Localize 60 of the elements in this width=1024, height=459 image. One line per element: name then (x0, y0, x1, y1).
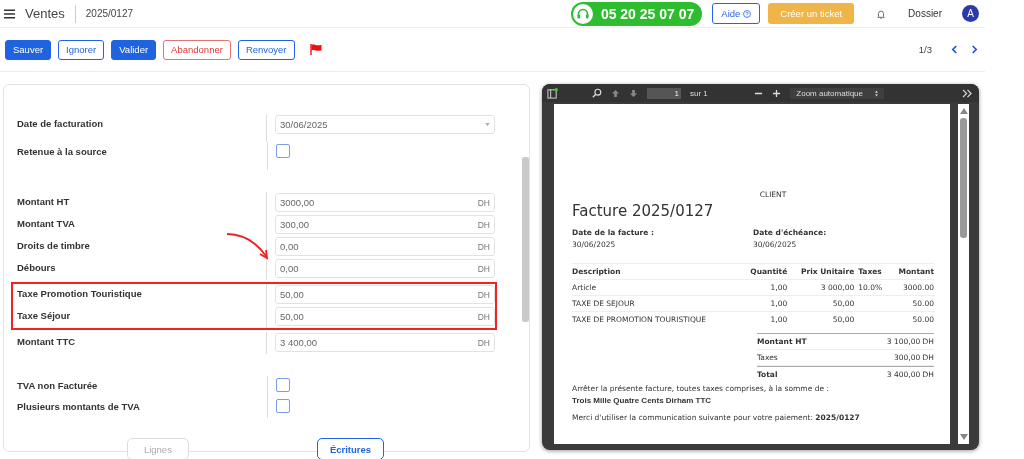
amount-field[interactable]: 0,00 DH (275, 237, 495, 256)
checkbox[interactable] (276, 378, 290, 392)
field-label: Date de facturation (16, 117, 105, 129)
page-field[interactable]: 1 (647, 87, 681, 99)
amount-field[interactable]: 50,00 DH (275, 285, 495, 304)
app-title: Ventes (25, 6, 65, 21)
bell-icon[interactable] (876, 8, 887, 19)
page-count: sur 1 (690, 88, 708, 98)
toolbar-button[interactable]: Abandonner (163, 39, 231, 60)
search-icon[interactable] (592, 88, 602, 98)
up-arrow-icon[interactable] (611, 88, 620, 98)
field-label: Montant HT (16, 195, 71, 207)
previous-icon[interactable] (951, 45, 958, 54)
zoom-select[interactable]: Zoom automatique (790, 87, 884, 99)
headset-icon (572, 3, 593, 24)
scroll-thumb[interactable] (960, 118, 967, 238)
field-label: Montant TTC (16, 335, 77, 347)
down-arrow-icon[interactable] (629, 88, 638, 98)
next-icon[interactable] (971, 45, 978, 54)
checkbox[interactable] (276, 399, 290, 413)
toolbar-button[interactable]: Renvoyer (237, 39, 295, 60)
field-label: Montant TVA (16, 217, 76, 229)
checkbox[interactable] (276, 144, 290, 158)
folder-link[interactable]: Dossier (908, 8, 942, 19)
scrollbar[interactable] (958, 104, 969, 444)
pager-text: 1/3 (918, 44, 932, 55)
amount-field[interactable]: 300,00 DH (275, 215, 495, 234)
field-label: Plusieurs montants de TVA (16, 400, 141, 412)
field-label: Taxe Séjour (16, 309, 72, 321)
sidebar-icon[interactable] (547, 87, 558, 99)
toolbar-button[interactable]: Valider (111, 39, 157, 60)
field-label: Débours (16, 261, 57, 273)
amount-in-words: Trois Mille Quatre Cents Dirham TTC (572, 396, 713, 405)
user-avatar[interactable]: A (962, 5, 979, 22)
help-button[interactable]: Aide (712, 3, 761, 24)
zoom-in-icon[interactable] (772, 88, 782, 98)
amount-field[interactable]: 3000,00 DH (275, 193, 495, 212)
stepper-icon (875, 89, 878, 97)
toolbar-button[interactable]: Sauver (5, 39, 52, 60)
date-field[interactable]: 30/06/2025 (275, 115, 495, 134)
invoice-title: Facture 2025/0127 (572, 202, 715, 220)
field-label: Taxe Promotion Touristique (16, 287, 143, 299)
scrollbar[interactable] (522, 157, 529, 322)
record-title: 2025/0127 (85, 8, 134, 19)
amount-field[interactable]: 3 400,00 DH (275, 333, 495, 352)
field-label: Droits de timbre (16, 239, 91, 251)
amount-field[interactable]: 0,00 DH (275, 259, 495, 278)
tab-button[interactable]: Écritures (316, 438, 385, 459)
double-chevron-icon[interactable] (962, 88, 973, 98)
scroll-up-icon[interactable] (959, 108, 968, 114)
scroll-down-icon[interactable] (959, 434, 968, 440)
flag-icon[interactable] (309, 44, 323, 55)
toolbar-button[interactable]: Ignorer (58, 39, 105, 60)
dropdown-icon[interactable] (485, 123, 490, 126)
menu-icon[interactable] (4, 8, 15, 19)
field-label: TVA non Facturée (16, 379, 99, 391)
field-label: Retenue à la source (16, 145, 108, 157)
question-icon (743, 9, 752, 18)
arrow-annotation (226, 232, 270, 260)
amount-field[interactable]: 50,00 DH (275, 307, 495, 326)
